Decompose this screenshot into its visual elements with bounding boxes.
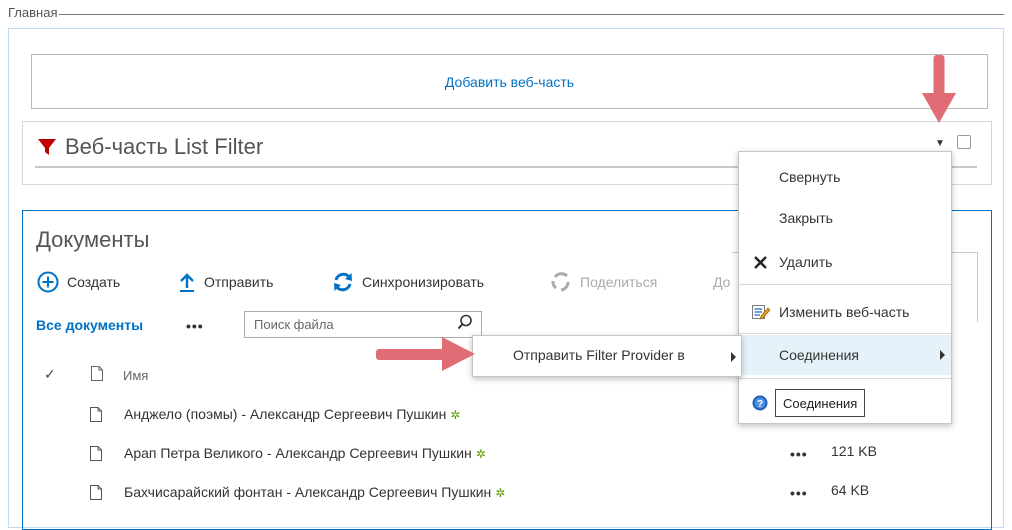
edit-webpart-icon (752, 305, 770, 320)
more-command-label: До (713, 274, 731, 290)
list-filter-title: Веб-часть List Filter (37, 134, 263, 160)
close-x-icon (754, 255, 767, 269)
view-all-documents[interactable]: Все документы (36, 317, 143, 333)
upload-arrow-icon (180, 273, 194, 292)
more-command-partial[interactable]: До (713, 270, 730, 294)
menu-item-close[interactable]: Закрыть (739, 198, 951, 238)
annotation-arrow-down-icon (922, 55, 956, 123)
new-item-star-icon: ✲ (450, 408, 461, 422)
document-file-icon (90, 485, 102, 500)
webpart-context-menu: Свернуть Закрыть Удалить Изменить веб-ча… (738, 151, 952, 424)
new-item-star-icon: ✲ (475, 447, 486, 461)
menu-item-delete-label: Удалить (779, 254, 833, 270)
zone-title: Главная (8, 5, 60, 20)
share-label: Поделиться (580, 274, 658, 290)
document-file-icon (90, 407, 102, 422)
row-document-name[interactable]: Анджело (поэмы) - Александр Сергеевич Пу… (124, 406, 460, 422)
row-document-name[interactable]: Бахчисарайский фонтан - Александр Сергее… (124, 484, 505, 500)
new-item-star-icon: ✲ (495, 486, 506, 500)
connections-tooltip: Соединения (775, 389, 866, 417)
submenu-item-send-filter[interactable]: Отправить Filter Provider в (473, 336, 741, 376)
row-document-name-text: Бахчисарайский фонтан - Александр Сергее… (124, 484, 492, 500)
sync-button[interactable]: Синхронизировать (332, 270, 484, 294)
table-row[interactable]: Арап Петра Великого - Александр Сергееви… (0, 443, 1012, 465)
sync-icon (334, 272, 352, 292)
search-file-input[interactable] (244, 311, 482, 338)
view-more-dots-icon[interactable]: ••• (186, 318, 204, 334)
menu-separator (739, 284, 951, 285)
documents-title: Документы (36, 227, 150, 252)
file-type-header-icon (91, 366, 103, 381)
menu-item-edit-webpart[interactable]: Изменить веб-часть (739, 292, 951, 332)
submenu-arrow-icon (940, 350, 945, 360)
list-filter-title-text: Веб-часть List Filter (65, 134, 264, 159)
zone-top-line (8, 14, 1004, 15)
filter-funnel-icon (38, 139, 56, 155)
select-all-check[interactable]: ✓ (44, 366, 56, 383)
menu-item-close-label: Закрыть (779, 210, 833, 226)
plus-circle-icon (37, 271, 59, 293)
new-document-label: Создать (67, 274, 121, 290)
connections-submenu: Отправить Filter Provider в (472, 335, 742, 377)
table-row[interactable]: Бахчисарайский фонтан - Александр Сергее… (0, 482, 1012, 504)
new-document-button[interactable]: Создать (37, 270, 120, 294)
add-webpart-label: Добавить веб-часть (444, 73, 575, 90)
upload-label: Отправить (204, 274, 274, 290)
menu-item-minimize[interactable]: Свернуть (739, 157, 951, 197)
row-file-size: 64 KB (831, 482, 870, 498)
webpart-select-checkbox[interactable] (957, 135, 971, 149)
row-document-name-text: Анджело (поэмы) - Александр Сергеевич Пу… (124, 406, 447, 422)
row-document-name-text: Арап Петра Великого - Александр Сергееви… (124, 445, 472, 461)
webpart-menu-arrow-icon[interactable]: ▼ (935, 138, 945, 149)
svg-text:?: ? (757, 399, 763, 410)
menu-item-connections-label: Соединения (779, 347, 860, 363)
share-button[interactable]: Поделиться (550, 270, 657, 294)
submenu-item-send-filter-label: Отправить Filter Provider в (513, 347, 685, 363)
help-icon: ? (752, 395, 768, 411)
row-file-size: 121 KB (831, 443, 877, 459)
annotation-arrow-right-icon (376, 337, 475, 371)
menu-separator (739, 378, 951, 379)
upload-button[interactable]: Отправить (178, 270, 273, 294)
share-icon (551, 272, 570, 292)
search-icon[interactable] (457, 314, 473, 330)
documents-tab-vline (977, 252, 978, 322)
menu-item-minimize-label: Свернуть (779, 169, 841, 185)
submenu-arrow-icon (731, 352, 736, 362)
row-more-dots-icon[interactable]: ••• (790, 485, 808, 501)
menu-item-delete[interactable]: Удалить (739, 242, 951, 282)
row-more-dots-icon[interactable]: ••• (790, 446, 808, 462)
menu-separator (739, 333, 951, 334)
menu-item-connections[interactable]: Соединения (739, 335, 951, 375)
sync-label: Синхронизировать (362, 274, 485, 290)
row-document-name[interactable]: Арап Петра Великого - Александр Сергееви… (124, 445, 486, 461)
column-name-header[interactable]: Имя (123, 368, 148, 383)
document-file-icon (90, 446, 102, 461)
menu-item-edit-webpart-label: Изменить веб-часть (779, 304, 910, 320)
add-webpart-button[interactable]: Добавить веб-часть (31, 54, 988, 109)
